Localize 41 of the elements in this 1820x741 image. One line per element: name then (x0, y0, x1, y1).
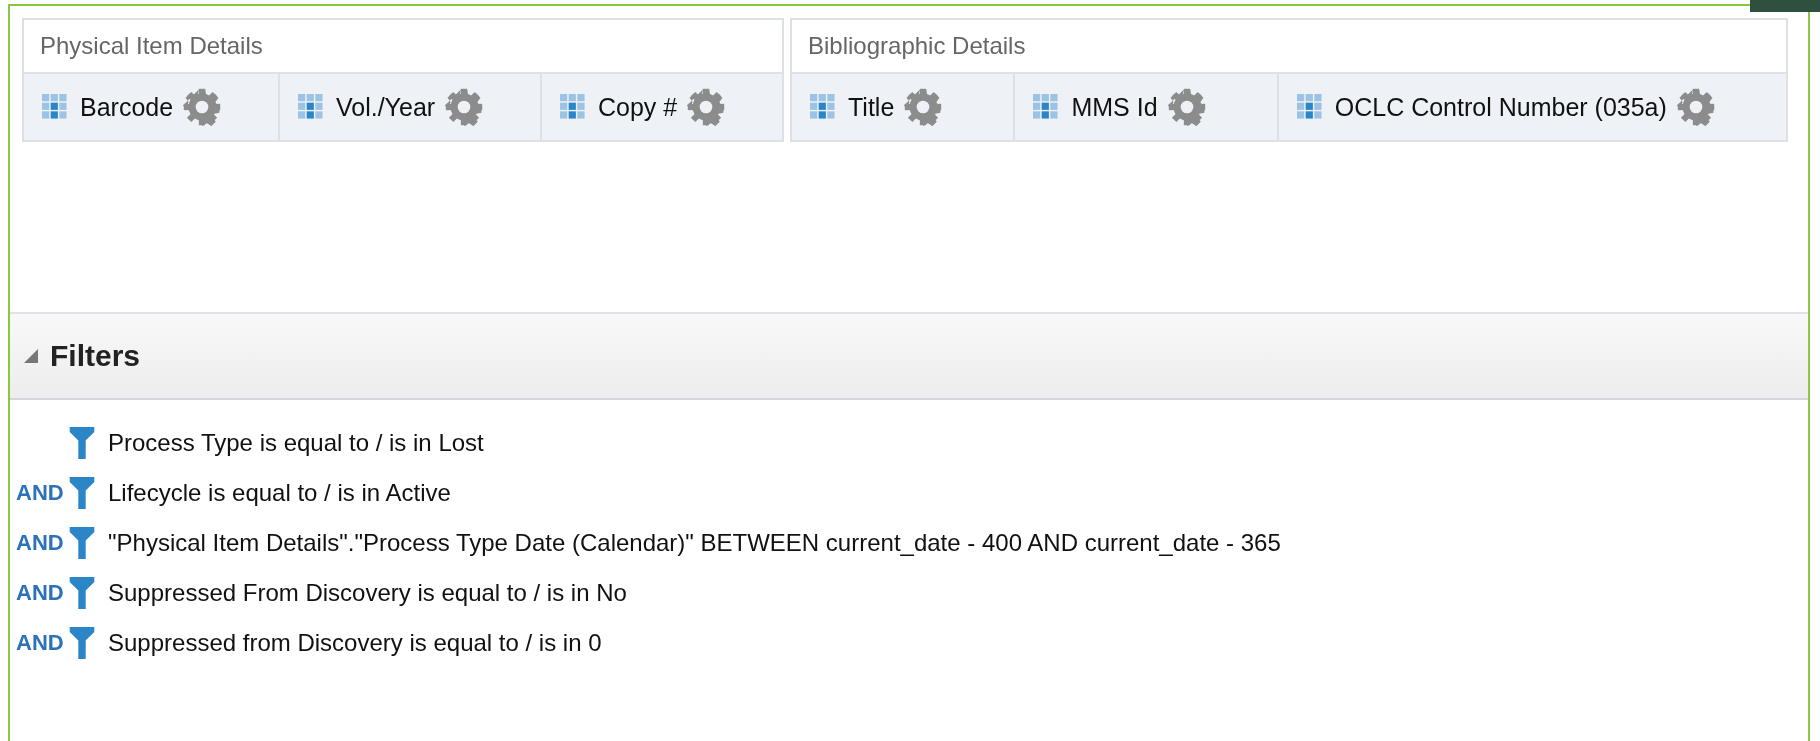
filter-condition[interactable]: Suppressed from Discovery is equal to / is in 0 (108, 629, 602, 657)
filter-icon[interactable] (68, 527, 96, 559)
settings-icon[interactable] (183, 88, 222, 126)
and-operator[interactable]: AND (16, 530, 64, 555)
column-header[interactable]: Barcode (24, 74, 280, 140)
filters-title: Filters (50, 339, 141, 373)
column-grid-icon (559, 94, 586, 120)
column-grid-icon (810, 94, 836, 120)
column-header[interactable]: OCLC Control Number (035a) (1278, 74, 1786, 140)
column-grid-icon (297, 94, 324, 120)
and-operator[interactable]: AND (16, 480, 64, 505)
column-label: Copy # (597, 92, 678, 122)
column-label: OCLC Control Number (035a) (1334, 92, 1667, 122)
and-operator[interactable]: AND (16, 580, 64, 605)
column-header[interactable]: MMS Id (1015, 74, 1279, 140)
settings-icon[interactable] (1676, 88, 1715, 126)
column-label: Title (848, 92, 895, 122)
column-header[interactable]: Vol./Year (279, 74, 542, 140)
filter-icon[interactable] (68, 577, 96, 609)
column-header[interactable]: Title (792, 74, 1016, 140)
column-header[interactable]: Copy # (541, 74, 782, 140)
column-label: Vol./Year (335, 92, 436, 122)
settings-icon[interactable] (1167, 88, 1206, 126)
column-label: MMS Id (1071, 92, 1158, 122)
settings-icon[interactable] (445, 88, 484, 126)
settings-icon[interactable] (687, 88, 726, 126)
column-grid-icon (42, 94, 68, 120)
filter-icon[interactable] (68, 627, 96, 659)
filters-header[interactable]: Filters (10, 312, 1808, 400)
filter-icon[interactable] (68, 477, 96, 509)
column-grid-icon (1296, 94, 1323, 120)
collapse-triangle-icon[interactable] (24, 349, 38, 363)
filter-condition[interactable]: Suppressed From Discovery is equal to / is in No (108, 579, 627, 607)
filter-icon[interactable] (68, 427, 96, 459)
and-operator[interactable]: AND (16, 630, 64, 655)
settings-icon[interactable] (904, 88, 943, 126)
filter-condition[interactable]: "Physical Item Details"."Process Type Date (Calendar)" BETWEEN current_date - 400 AND current_date - 365 (108, 529, 1281, 557)
filter-condition[interactable]: Process Type is equal to / is in Lost (108, 429, 484, 457)
filter-condition[interactable]: Lifecycle is equal to / is in Active (108, 479, 451, 507)
column-label: Barcode (80, 92, 174, 122)
column-grid-icon (1033, 94, 1060, 120)
